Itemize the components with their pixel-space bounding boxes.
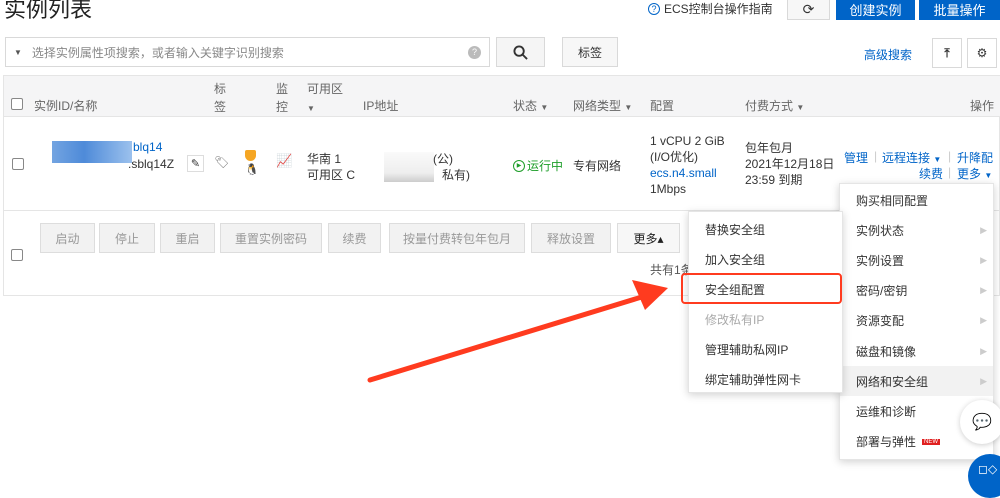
submenu-item-label: 绑定辅助弹性网卡 <box>705 372 802 387</box>
menu-item-label: 部署与弹性 <box>856 435 917 450</box>
more-menu-item[interactable]: 实例设置 ▶ <box>840 245 993 275</box>
menu-item-label: 实例状态 <box>856 223 905 238</box>
chat-button[interactable]: 💬 <box>960 400 1000 444</box>
more-menu-item[interactable]: 密码/密钥 ▶ <box>840 276 993 306</box>
submenu-item-label: 加入安全组 <box>705 252 766 267</box>
submenu-item[interactable]: 绑定辅助弹性网卡 <box>689 364 842 394</box>
highlight-box <box>681 273 842 304</box>
new-badge: NEW <box>922 438 941 445</box>
more-menu-item[interactable]: 资源变配 ▶ <box>840 306 993 336</box>
submenu-item-label: 管理辅助私网IP <box>705 342 789 357</box>
more-menu-item[interactable]: 实例状态 ▶ <box>840 215 993 245</box>
chevron-right-icon: ▶ <box>980 345 987 356</box>
menu-item-label: 密码/密钥 <box>856 284 908 299</box>
menu-item-label: 资源变配 <box>856 314 905 329</box>
submenu-item[interactable]: 替换安全组 <box>689 214 842 244</box>
submenu-item-label: 修改私有IP <box>705 312 765 327</box>
submenu-item-label: 替换安全组 <box>705 222 766 237</box>
submenu-item[interactable]: 加入安全组 <box>689 244 842 274</box>
chevron-right-icon: ▶ <box>980 315 987 326</box>
chevron-right-icon: ▶ <box>980 285 987 296</box>
menu-item-label: 磁盘和镜像 <box>856 344 917 359</box>
chevron-right-icon: ▶ <box>980 224 987 235</box>
menu-item-label: 实例设置 <box>856 253 905 268</box>
menu-item-label: 网络和安全组 <box>856 374 929 389</box>
chevron-right-icon: ▶ <box>980 254 987 265</box>
chat-icon: 💬 <box>972 414 992 431</box>
more-menu-item[interactable]: 磁盘和镜像 ▶ <box>840 336 993 366</box>
more-menu-item[interactable]: 购买相同配置 <box>840 185 993 215</box>
more-menu-item[interactable]: 网络和安全组 ▶ <box>840 366 993 397</box>
chevron-right-icon: ▶ <box>980 375 987 386</box>
submenu-item: 修改私有IP <box>689 304 842 334</box>
menu-item-label: 运维和诊断 <box>856 404 917 419</box>
submenu-item[interactable]: 管理辅助私网IP <box>689 334 842 364</box>
widget-button[interactable]: ◻◇ <box>968 454 1000 498</box>
menu-item-label: 购买相同配置 <box>856 193 929 208</box>
